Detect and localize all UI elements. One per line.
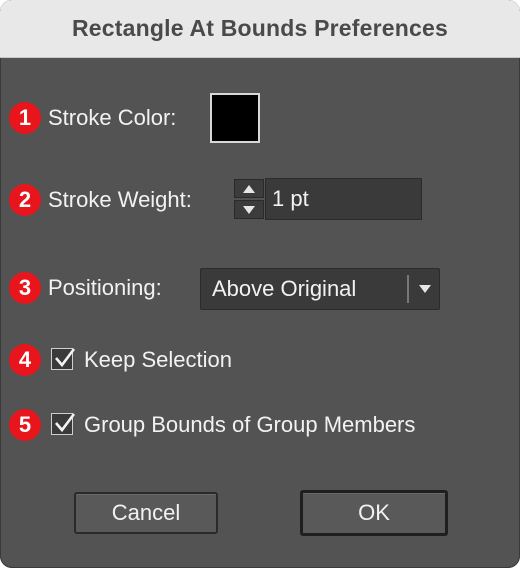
positioning-label: Positioning: [48, 275, 162, 300]
checkmark-icon [55, 413, 76, 433]
cancel-button[interactable]: Cancel [74, 492, 218, 534]
keep-selection-label: Keep Selection [84, 347, 232, 372]
stroke-color-swatch[interactable] [210, 93, 260, 143]
preferences-dialog: Rectangle At Bounds Preferences 1 Stroke… [0, 0, 520, 568]
group-bounds-label: Group Bounds of Group Members [84, 412, 416, 437]
increment-button[interactable] [234, 179, 264, 198]
ok-button[interactable]: OK [300, 490, 448, 536]
chevron-down-icon[interactable] [413, 269, 437, 309]
dialog-title: Rectangle At Bounds Preferences [71, 15, 448, 41]
decrement-button[interactable] [234, 200, 264, 219]
chevron-down-icon [243, 205, 255, 214]
step-badge-5: 5 [9, 409, 41, 441]
group-bounds-checkbox[interactable] [51, 413, 76, 435]
keep-selection-checkbox[interactable] [51, 348, 76, 370]
chevron-up-icon [243, 184, 255, 193]
step-badge-1: 1 [9, 102, 41, 134]
positioning-dropdown[interactable]: Above Original [200, 268, 440, 310]
step-badge-3: 3 [9, 272, 41, 304]
stroke-weight-stepper [234, 179, 264, 219]
positioning-selected-value: Above Original [212, 276, 357, 301]
step-badge-2: 2 [9, 184, 41, 216]
stroke-weight-input[interactable]: 1 pt [265, 178, 422, 220]
step-badge-4: 4 [9, 344, 41, 376]
title-bar: Rectangle At Bounds Preferences [0, 0, 520, 58]
stroke-color-label: Stroke Color: [48, 105, 177, 130]
dropdown-divider [407, 275, 409, 303]
stroke-weight-label: Stroke Weight: [48, 187, 192, 212]
checkmark-icon [55, 348, 76, 368]
